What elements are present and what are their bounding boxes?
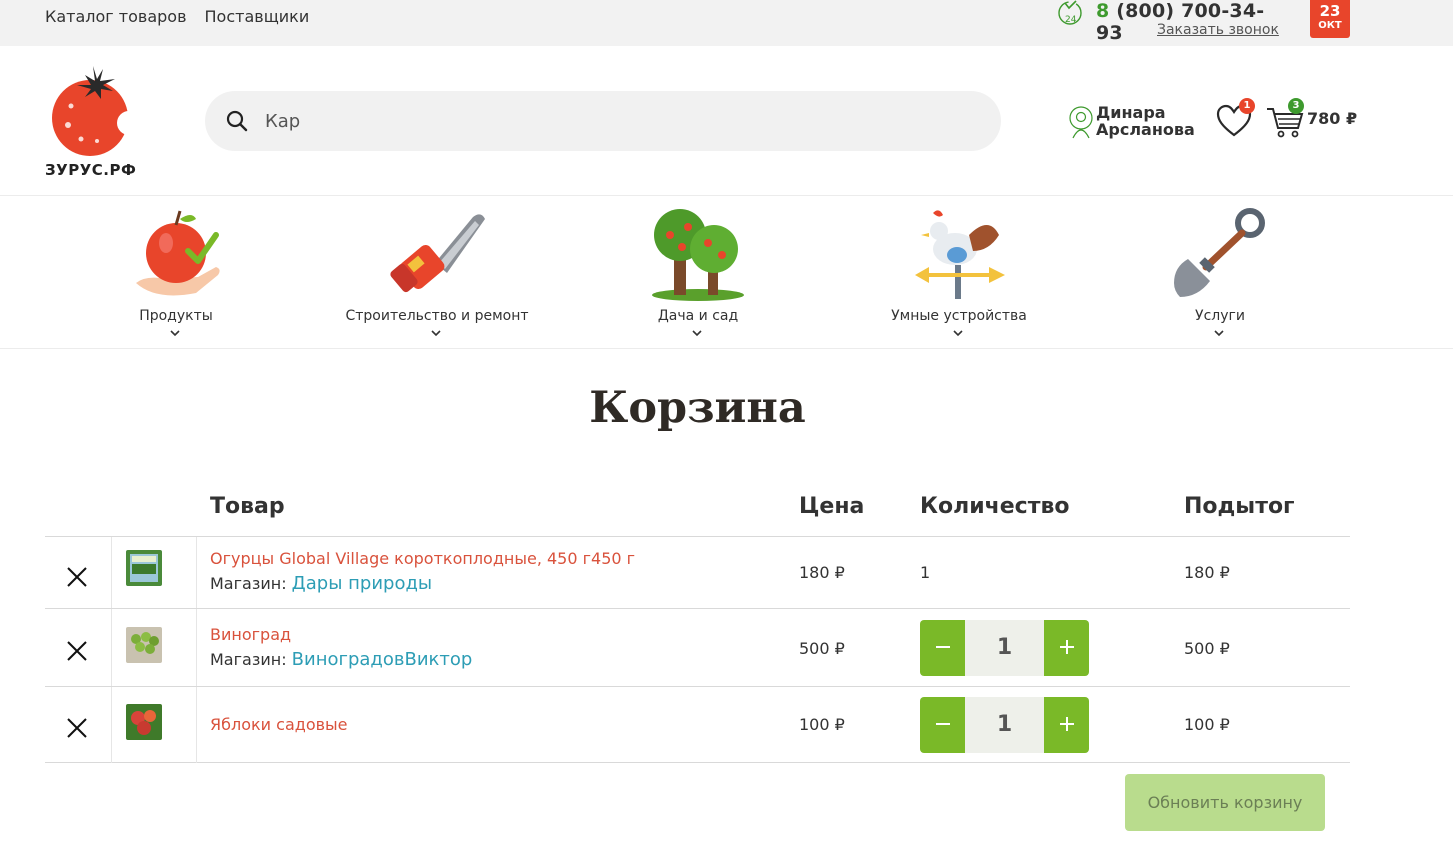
chevron-down-icon[interactable]	[691, 329, 703, 337]
search-bar[interactable]	[205, 91, 1001, 151]
chevron-down-icon[interactable]	[430, 329, 442, 337]
header-product: Товар	[210, 494, 285, 519]
category-construction[interactable]: Строительство и ремонт	[337, 205, 537, 345]
category-label: Умные устройства	[891, 308, 1027, 324]
cucumber-pack-image	[126, 550, 162, 586]
user-avatar-icon	[1069, 106, 1093, 139]
category-label: Продукты	[139, 308, 213, 324]
top-nav: Каталог товаров Поставщики	[45, 7, 309, 26]
minus-icon	[935, 645, 950, 648]
chevron-down-icon[interactable]	[169, 329, 181, 337]
store-label: Магазин:	[210, 650, 287, 669]
item-subtotal: 180 ₽	[1184, 563, 1230, 582]
remove-item-icon[interactable]	[65, 716, 89, 740]
favorites-button[interactable]: 1	[1216, 98, 1255, 138]
product-thumbnail[interactable]	[111, 537, 197, 609]
phone-prefix: 8	[1096, 0, 1110, 22]
apples-image	[126, 704, 162, 740]
header-subtotal: Подытог	[1184, 494, 1295, 519]
grapes-image	[126, 627, 162, 663]
category-smart-devices[interactable]: Умные устройства	[859, 205, 1059, 345]
category-nav: Продукты Строительство и ремонт Дача и с…	[0, 197, 1453, 349]
top-bar: Каталог товаров Поставщики 24 8 (800) 70…	[0, 0, 1453, 46]
category-garden[interactable]: Дача и сад	[598, 205, 798, 345]
apple-hand-icon	[136, 210, 220, 296]
cart-count-badge: 3	[1288, 98, 1304, 114]
nav-catalog-link[interactable]: Каталог товаров	[45, 7, 187, 26]
item-price: 500 ₽	[799, 639, 845, 658]
cart-button[interactable]: 3 780 ₽	[1266, 98, 1366, 140]
table-row: Огурцы Global Village короткоплодные, 45…	[45, 536, 1350, 609]
category-label: Дача и сад	[657, 308, 739, 324]
cart-total: 780 ₽	[1307, 109, 1358, 128]
decrease-quantity-button[interactable]	[920, 620, 965, 676]
header-price: Цена	[799, 494, 865, 519]
store-link[interactable]: ВиноградовВиктор	[292, 649, 473, 670]
phone-block: 24 8 (800) 700-34-93 Заказать звонок	[1056, 0, 1286, 46]
shovel-icon	[1174, 208, 1265, 297]
category-services[interactable]: Услуги	[1120, 205, 1320, 345]
category-label: Услуги	[1195, 308, 1245, 324]
store-label: Магазин:	[210, 574, 287, 593]
product-thumbnail[interactable]	[111, 609, 197, 687]
logo[interactable]: ЗУРУС.РФ	[45, 61, 145, 181]
nav-suppliers-link[interactable]: Поставщики	[205, 7, 310, 26]
category-label: Строительство и ремонт	[345, 308, 529, 324]
item-quantity: 1	[920, 563, 931, 582]
favorites-count-badge: 1	[1239, 98, 1255, 114]
product-name-link[interactable]: Яблоки садовые	[210, 715, 348, 734]
logo-text: ЗУРУС.РФ	[45, 161, 137, 179]
item-subtotal: 100 ₽	[1184, 715, 1230, 734]
chainsaw-icon	[390, 214, 485, 293]
date-month: ОКТ	[1318, 20, 1342, 31]
user-name: Динара Арсланова	[1096, 103, 1195, 139]
quantity-input[interactable]	[965, 697, 1044, 753]
quantity-input[interactable]	[965, 620, 1044, 676]
decrease-quantity-button[interactable]	[920, 697, 965, 753]
plus-icon	[1059, 716, 1074, 731]
tree-icon	[652, 209, 744, 301]
remove-item-icon[interactable]	[65, 565, 89, 589]
update-cart-button[interactable]: Обновить корзину	[1125, 774, 1325, 831]
product-name-link[interactable]: Виноград	[210, 625, 291, 644]
date-badge: 23 ОКТ	[1310, 0, 1350, 38]
increase-quantity-button[interactable]	[1044, 697, 1089, 753]
header-quantity: Количество	[920, 494, 1070, 519]
item-subtotal: 500 ₽	[1184, 639, 1230, 658]
page-title: Корзина	[589, 383, 806, 433]
clock-24-icon: 24	[1058, 0, 1082, 25]
remove-item-icon[interactable]	[65, 639, 89, 663]
minus-icon	[935, 722, 950, 725]
callback-link[interactable]: Заказать звонок	[1157, 22, 1279, 38]
plus-icon	[1059, 639, 1074, 654]
date-day: 23	[1319, 2, 1341, 20]
search-input[interactable]	[265, 105, 965, 137]
product-name-link[interactable]: Огурцы Global Village короткоплодные, 45…	[210, 549, 635, 568]
header: ЗУРУС.РФ Динара Арсланова 1 3 780	[0, 46, 1453, 196]
store-line: Магазин: Дары природы	[210, 573, 432, 594]
weathervane-icon	[915, 210, 1005, 299]
item-price: 100 ₽	[799, 715, 845, 734]
product-thumbnail[interactable]	[111, 687, 197, 763]
tomato-logo-icon	[52, 66, 141, 156]
quantity-stepper	[920, 697, 1089, 753]
table-row: Виноград Магазин: ВиноградовВиктор 500 ₽…	[45, 608, 1350, 687]
quantity-stepper	[920, 620, 1089, 676]
item-price: 180 ₽	[799, 563, 845, 582]
store-link[interactable]: Дары природы	[292, 573, 432, 594]
search-icon[interactable]	[225, 109, 249, 133]
table-row: Яблоки садовые 100 ₽ 100 ₽	[45, 686, 1350, 763]
store-line: Магазин: ВиноградовВиктор	[210, 649, 472, 670]
increase-quantity-button[interactable]	[1044, 620, 1089, 676]
svg-text:24: 24	[1065, 15, 1077, 25]
category-products[interactable]: Продукты	[76, 205, 276, 345]
chevron-down-icon[interactable]	[952, 329, 964, 337]
chevron-down-icon[interactable]	[1213, 329, 1225, 337]
